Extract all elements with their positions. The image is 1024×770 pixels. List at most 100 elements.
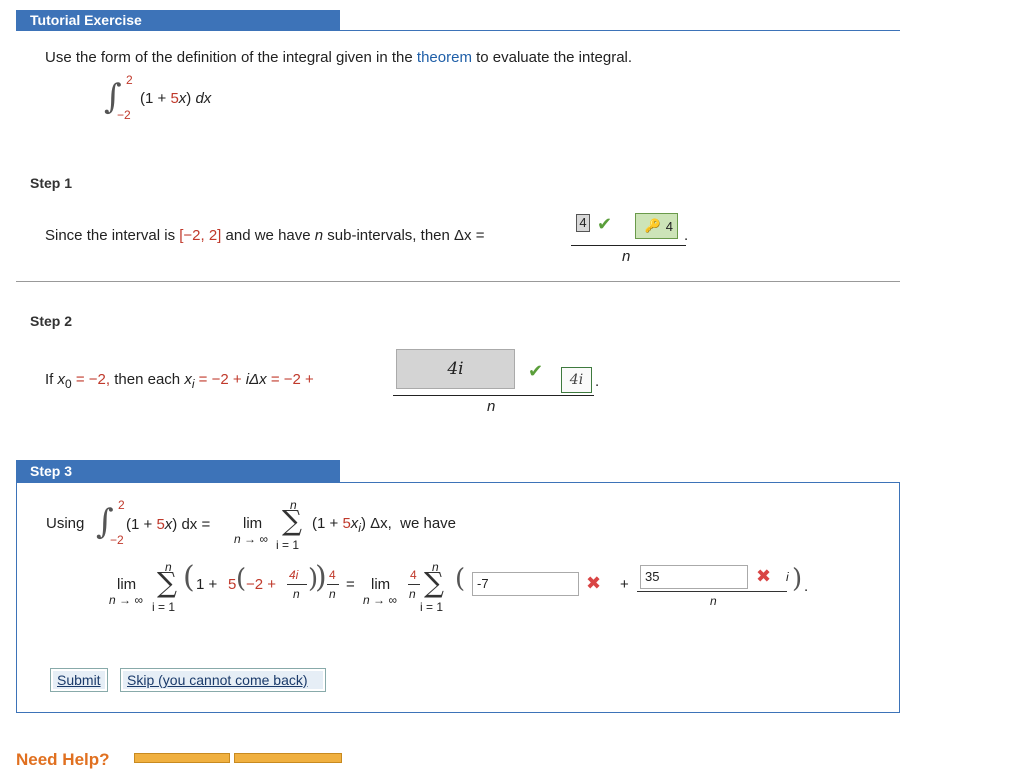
integral-lower: −2: [117, 108, 131, 122]
step3-sum-body: (1 + 5xi) Δx, we have: [312, 515, 456, 535]
integrand-open: (1 +: [140, 90, 171, 107]
step2-denominator: n: [487, 398, 496, 415]
step2-answer-box[interactable]: 4i: [396, 349, 515, 389]
step3-line2-sigma2: ∑: [424, 566, 444, 599]
step2-fraction-bar: [393, 395, 594, 396]
tutorial-header: Tutorial Exercise: [16, 10, 340, 31]
step1-period: .: [684, 227, 689, 244]
step3-line2-i: i: [786, 570, 789, 584]
step1-fraction-bar: [571, 245, 686, 246]
step3-line2-frac2-num: 4: [410, 568, 417, 582]
step3-line2-lim2-sub: n → ∞: [363, 593, 397, 607]
integrand: (1 + 5x) dx: [140, 90, 211, 107]
header-rule: [16, 30, 900, 31]
step2-xi: x: [184, 371, 192, 388]
inner-open-paren: (: [236, 564, 247, 594]
step3-using: Using: [46, 515, 85, 532]
step-divider: [16, 281, 900, 282]
step2-sentence: If x0 = −2, then each xi = −2 + iΔx = −2…: [45, 371, 314, 391]
step3-sigma: ∑: [282, 504, 302, 537]
problem-text-after: to evaluate the integral.: [476, 49, 633, 66]
step1-n: n: [314, 227, 324, 244]
step2-eq2: = −2 +: [194, 371, 246, 388]
step3-label: Step 3: [16, 460, 340, 482]
step2-label: Step 2: [30, 313, 73, 329]
step3-line2-frac2-bar: [408, 584, 420, 585]
step3-line2-sum2-bottom: i = 1: [420, 600, 444, 614]
step3-line2-sigma: ∑: [157, 566, 177, 599]
theorem-link[interactable]: theorem: [417, 49, 472, 66]
step2-then: then each: [110, 371, 185, 388]
outer-open-paren: (: [183, 560, 195, 595]
step3-lim: lim: [243, 515, 263, 532]
answer-input-2[interactable]: 35: [640, 565, 748, 589]
step3-line2-plus: +: [620, 576, 629, 593]
integral-upper: 2: [126, 73, 133, 87]
step3-sum-bottom: i = 1: [276, 538, 300, 552]
integrand-close: ): [186, 90, 192, 107]
step3-sum-coef: 5: [342, 515, 351, 532]
step3-line2-equals: =: [346, 576, 355, 593]
step1-key-box: 🔑 4: [635, 213, 678, 239]
step3-line2-lim-sub: n → ∞: [109, 593, 143, 607]
step3-integral-upper: 2: [118, 498, 125, 512]
outer-close-paren: ): [315, 560, 327, 595]
step1-interval: [−2, 2]: [179, 227, 222, 244]
step3-line2-period: .: [804, 578, 809, 595]
step3-line2-outer-bar: [327, 584, 339, 585]
step3-line2-input-bar: [637, 591, 787, 592]
input2-error-icon: ✖: [756, 566, 772, 586]
step3-line2-input-den: n: [710, 594, 717, 608]
step3-line2-lim: lim: [117, 576, 137, 593]
step3-integrand: (1 + 5x) dx =: [126, 516, 210, 533]
answer-input-1[interactable]: -7: [472, 572, 579, 596]
step3-we-have: we have: [400, 515, 457, 532]
step1-text-b: and we have: [221, 227, 315, 244]
step2-i-delta: iΔx: [245, 371, 267, 388]
step3-line2-outer-num: 4: [329, 568, 336, 582]
sum-open-paren: (: [455, 564, 466, 594]
skip-button[interactable]: Skip (you cannot come back): [120, 668, 326, 692]
integrand-dx: dx: [195, 90, 212, 107]
step2-key-box: 4i: [561, 367, 592, 393]
key-icon: 🔑: [644, 218, 661, 233]
sum-close-paren: ): [792, 564, 803, 594]
step2-period: .: [595, 373, 600, 390]
step1-text-c: sub-intervals, then: [323, 227, 455, 244]
step3-body-close: ) dx =: [172, 516, 211, 533]
submit-button[interactable]: Submit: [50, 668, 108, 692]
step2-x0: x: [57, 371, 66, 388]
problem-text-before: Use the form of the definition of the in…: [45, 49, 413, 66]
problem-statement: Use the form of the definition of the in…: [45, 49, 632, 66]
step3-body-open: (1 +: [126, 516, 157, 533]
step2-eq3: = −2 +: [266, 371, 314, 388]
step3-line2-lim2: lim: [371, 576, 391, 593]
step3-coef: 5: [156, 516, 165, 533]
step3-line2-minus-two: −2 +: [246, 576, 277, 593]
step1-delta-x: Δx =: [454, 227, 485, 244]
step3-line2-frac-den: n: [293, 587, 300, 601]
step3-lim-sub: n → ∞: [234, 532, 268, 546]
step2-if: If: [45, 371, 58, 388]
integrand-coef: 5: [170, 90, 179, 107]
step3-line2-one-plus: 1 +: [196, 576, 218, 593]
step3-line2-outer-den: n: [329, 587, 336, 601]
step1-denominator: n: [622, 248, 631, 265]
step3-sum-body-open: (1 +: [312, 515, 343, 532]
step3-line2-frac-num: 4i: [289, 568, 299, 582]
step3-sum-body-close: ) Δx,: [360, 515, 392, 532]
step2-eq1: = −2,: [71, 371, 111, 388]
step3-line2-frac-bar: [287, 584, 307, 585]
step1-label: Step 1: [30, 175, 73, 191]
step3-line2-sum-bottom: i = 1: [152, 600, 176, 614]
step2-check-icon: ✔: [528, 361, 544, 381]
input1-error-icon: ✖: [586, 573, 602, 593]
step1-sentence: Since the interval is [−2, 2] and we hav…: [45, 227, 484, 244]
step3-integral-lower: −2: [110, 533, 124, 547]
step1-text-a: Since the interval is: [45, 227, 180, 244]
step1-key-value: 4: [665, 218, 673, 234]
need-help-label: Need Help?: [16, 750, 110, 769]
step3-line2-frac2-den: n: [409, 587, 416, 601]
step1-check-icon: ✔: [597, 214, 613, 234]
step1-answer-box[interactable]: 4: [576, 214, 590, 232]
